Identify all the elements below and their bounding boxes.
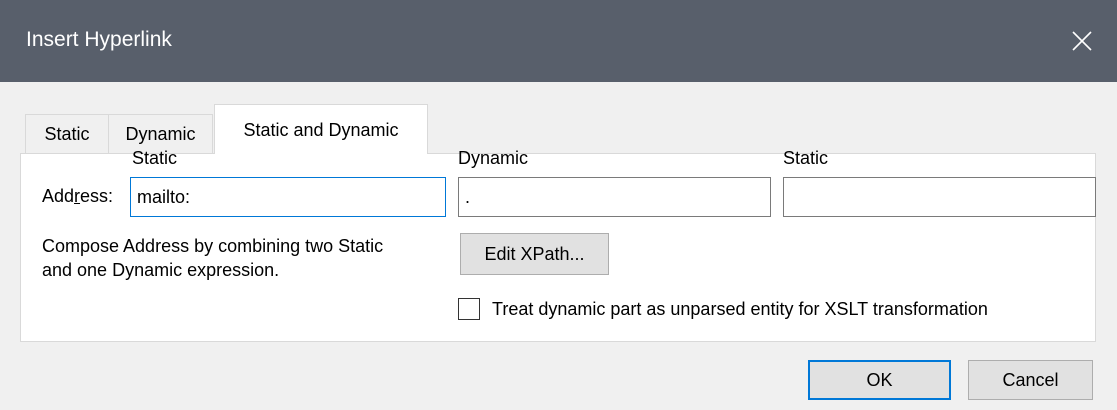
description-line-1: Compose Address by combining two Static <box>42 236 384 256</box>
edit-xpath-label: Edit XPath... <box>484 244 585 264</box>
dynamic-address-input[interactable]: . <box>458 177 771 217</box>
edit-xpath-button[interactable]: Edit XPath... <box>460 233 609 275</box>
tab-static[interactable]: Static <box>25 114 109 154</box>
tab-label: Dynamic <box>125 124 196 144</box>
tab-label: Static and Dynamic <box>243 120 399 140</box>
window-title: Insert Hyperlink <box>26 28 172 51</box>
description-line-2: and one Dynamic expression. <box>42 260 280 280</box>
close-button[interactable] <box>1047 0 1117 82</box>
insert-hyperlink-dialog: Insert Hyperlink Static Dynamic Static a… <box>0 0 1117 410</box>
cancel-button[interactable]: Cancel <box>968 360 1093 400</box>
static-address-value: mailto: <box>137 187 191 207</box>
ok-button[interactable]: OK <box>808 360 951 400</box>
static-address-input[interactable]: mailto: <box>130 177 446 217</box>
cancel-label: Cancel <box>1002 370 1059 390</box>
checkbox-icon[interactable] <box>458 298 480 320</box>
static-column-header: Static <box>132 148 178 168</box>
tab-static-and-dynamic[interactable]: Static and Dynamic <box>214 104 428 154</box>
dynamic-address-value: . <box>465 187 471 207</box>
unparsed-entity-label: Treat dynamic part as unparsed entity fo… <box>492 299 988 319</box>
static2-address-input[interactable] <box>783 177 1096 217</box>
dynamic-column-header: Dynamic <box>458 148 529 168</box>
ok-label: OK <box>866 370 893 390</box>
title-bar: Insert Hyperlink <box>0 0 1117 82</box>
tab-label: Static <box>44 124 90 144</box>
static2-column-header: Static <box>783 148 829 168</box>
address-label: Address: <box>42 186 114 206</box>
close-icon <box>1072 31 1092 51</box>
